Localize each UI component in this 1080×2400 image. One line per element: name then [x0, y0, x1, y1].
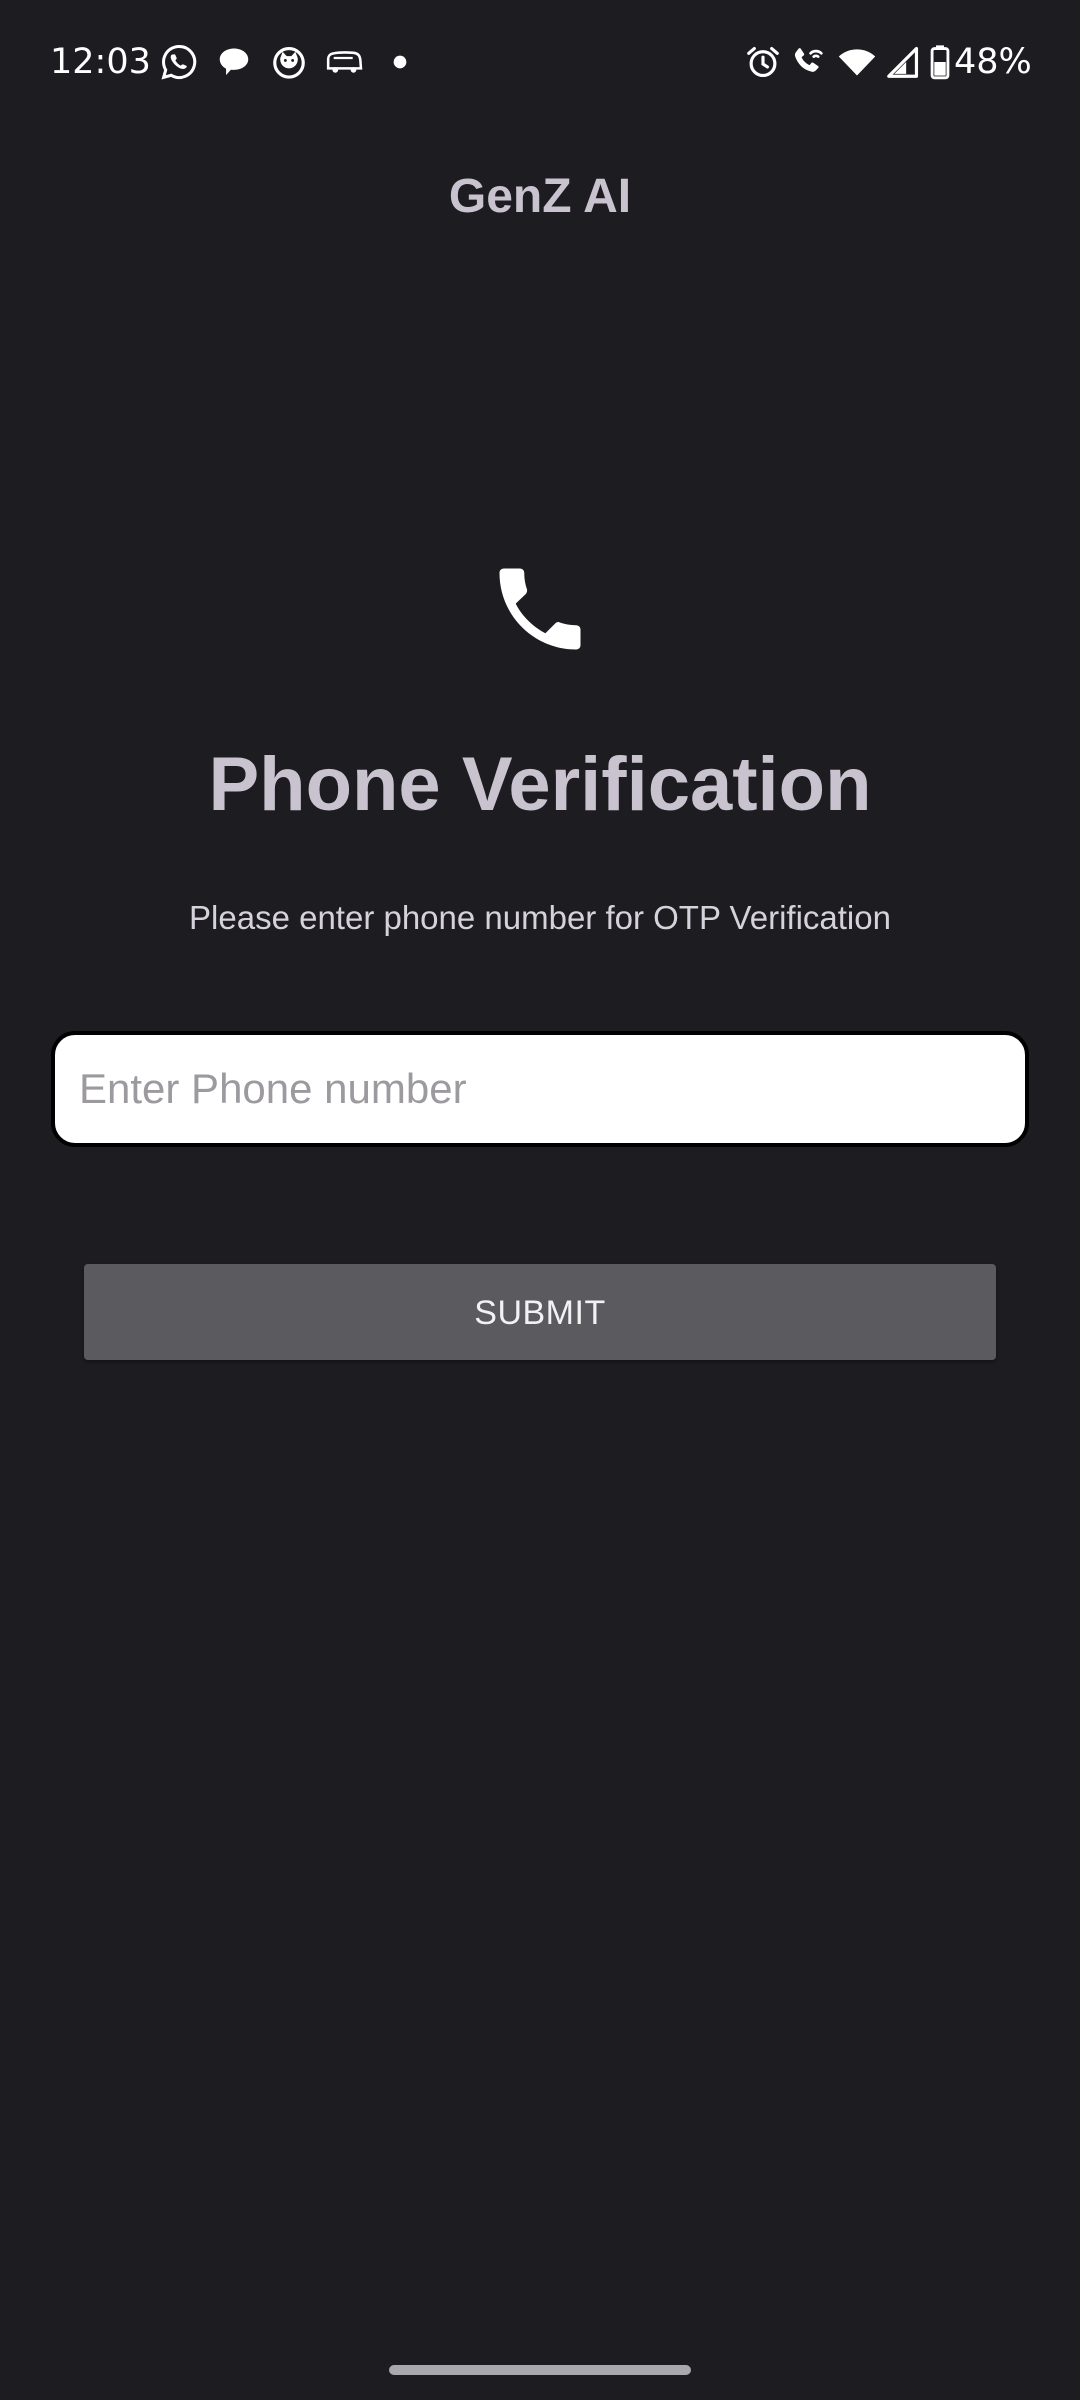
- cat-face-icon: [270, 43, 308, 81]
- chat-bubble-icon: [215, 43, 253, 81]
- battery-percent: 48%: [954, 42, 1032, 82]
- wifi-call-icon: [790, 43, 828, 81]
- phone-icon: [486, 555, 594, 663]
- status-time: 12:03: [50, 42, 151, 82]
- battery-icon: [927, 43, 953, 81]
- signal-icon: [884, 43, 922, 81]
- wifi-icon: [836, 43, 878, 81]
- submit-button[interactable]: SUBMIT: [84, 1264, 996, 1360]
- gesture-nav-handle[interactable]: [389, 2365, 691, 2375]
- phone-number-input[interactable]: [79, 1035, 999, 1143]
- phone-input-container[interactable]: [51, 1031, 1029, 1147]
- status-bar: 12:03 48%: [0, 0, 1080, 126]
- bus-icon: [323, 43, 365, 81]
- subtitle: Please enter phone number for OTP Verifi…: [189, 899, 891, 936]
- page-title: Phone Verification: [208, 742, 872, 827]
- whatsapp-icon: [160, 43, 198, 81]
- dot-icon: [390, 43, 410, 81]
- alarm-icon: [744, 43, 782, 81]
- app-title: GenZ AI: [448, 170, 632, 223]
